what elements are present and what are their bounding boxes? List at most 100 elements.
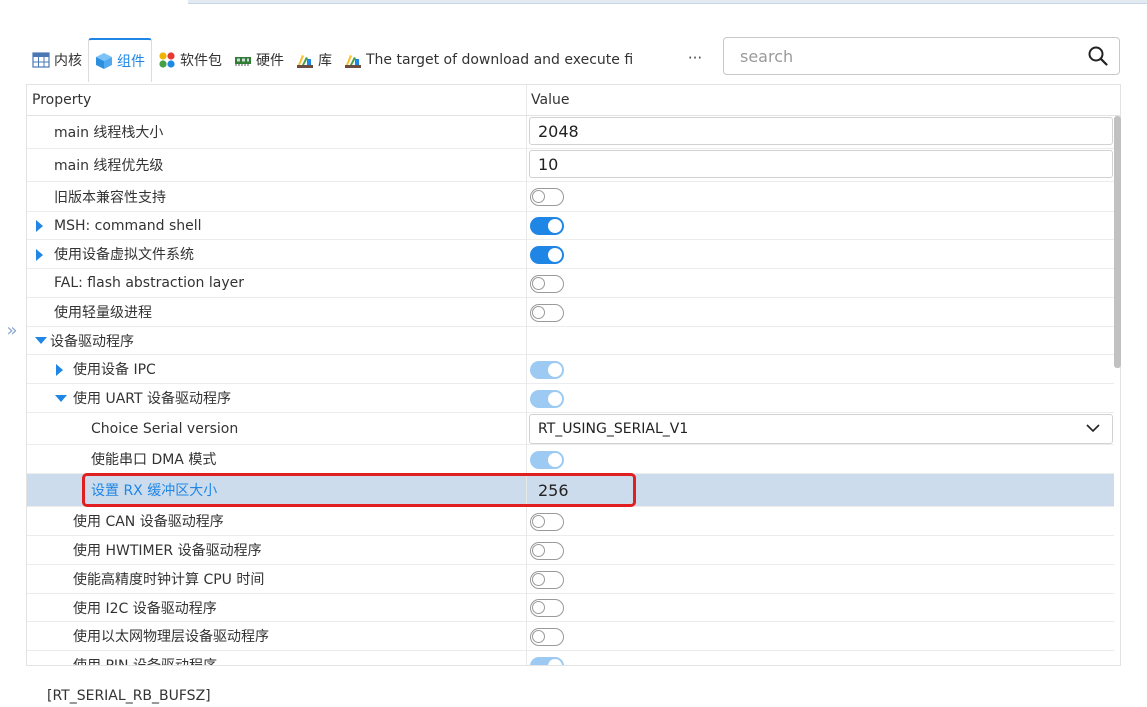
value-text[interactable]: 256 — [538, 481, 569, 500]
property-label: main 线程优先级 — [54, 158, 164, 174]
toggle-switch — [530, 450, 564, 469]
tab-libraries[interactable]: 库 — [290, 39, 338, 81]
toggle-knob — [532, 629, 545, 643]
tab-label: 软件包 — [180, 53, 222, 69]
tab-label: 库 — [318, 53, 332, 69]
table-row[interactable]: 设置 RX 缓冲区大小 256 — [27, 474, 1114, 507]
table-row[interactable]: 使用以太网物理层设备驱动程序 — [27, 622, 1114, 651]
table-row[interactable]: Choice Serial version RT_USING_SERIAL_V1 — [27, 413, 1114, 445]
table-row[interactable]: main 线程栈大小 2048 — [27, 116, 1114, 149]
expand-panel-icon[interactable]: » — [2, 318, 22, 346]
table-row[interactable]: MSH: command shell — [27, 212, 1114, 240]
tab-label: The target of download and execute fi — [366, 52, 634, 68]
collapsed-triangle-icon[interactable] — [36, 220, 43, 232]
toggle-switch[interactable] — [530, 188, 564, 206]
table-row[interactable]: 使用 HWTIMER 设备驱动程序 — [27, 536, 1114, 565]
tab-download-execute[interactable]: The target of download and execute fi — [338, 39, 639, 81]
table-row[interactable]: main 线程优先级 10 — [27, 149, 1114, 182]
tab-packages[interactable]: 软件包 — [152, 39, 228, 81]
property-label: 使用 HWTIMER 设备驱动程序 — [73, 543, 262, 559]
property-cell: 使能高精度时钟计算 CPU 时间 — [27, 565, 527, 593]
property-label: MSH: command shell — [54, 217, 202, 234]
toggle-knob — [532, 601, 545, 614]
property-cell: main 线程优先级 — [27, 149, 527, 181]
collapsed-triangle-icon[interactable] — [56, 363, 63, 376]
value-cell — [527, 355, 1114, 383]
toggle-knob — [548, 247, 562, 262]
toggle-switch[interactable] — [530, 570, 564, 589]
property-label: 使用设备 IPC — [73, 362, 156, 378]
tab-bar: 内核 组件 软件包 硬件 库 The target of download an… — [26, 38, 666, 82]
property-label: 使用轻量级进程 — [54, 305, 152, 321]
top-border-strip — [188, 0, 1147, 4]
toggle-switch — [530, 389, 564, 408]
expanded-triangle-icon[interactable] — [55, 394, 67, 402]
table-row[interactable]: 使用设备 IPC — [27, 355, 1114, 384]
property-cell: 使用 PIN 设备驱动程序 — [27, 651, 527, 665]
property-cell: 使用轻量级进程 — [27, 298, 527, 326]
toggle-switch — [530, 656, 564, 665]
toggle-switch[interactable] — [530, 512, 564, 531]
toggle-switch[interactable] — [530, 541, 564, 560]
value-cell — [527, 594, 1114, 621]
chevron-down-icon — [1086, 424, 1100, 433]
value-cell: 256 — [527, 474, 1114, 506]
value-text-field[interactable]: 2048 — [529, 117, 1113, 145]
value-cell: 2048 — [527, 116, 1114, 148]
search-input[interactable] — [738, 45, 1087, 67]
property-cell: 使用以太网物理层设备驱动程序 — [27, 622, 527, 650]
serial-version-select[interactable]: RT_USING_SERIAL_V1 — [529, 414, 1113, 444]
property-cell: 旧版本兼容性支持 — [27, 182, 527, 211]
table-row[interactable]: 使用 CAN 设备驱动程序 — [27, 507, 1114, 536]
table-row[interactable]: FAL: flash abstraction layer — [27, 269, 1114, 298]
property-cell: 使用 HWTIMER 设备驱动程序 — [27, 536, 527, 564]
toggle-switch[interactable] — [530, 245, 564, 264]
collapsed-triangle-icon[interactable] — [36, 248, 43, 261]
vertical-scrollbar-thumb[interactable] — [1114, 116, 1121, 368]
property-label: 设置 RX 缓冲区大小 — [91, 483, 218, 499]
table-row[interactable]: 使能高精度时钟计算 CPU 时间 — [27, 565, 1114, 594]
value-cell — [527, 384, 1114, 412]
value-cell — [527, 212, 1114, 239]
tab-label: 内核 — [54, 53, 82, 69]
grid-header: Property Value — [27, 85, 1120, 116]
table-row[interactable]: 使能串口 DMA 模式 — [27, 445, 1114, 474]
property-cell: Choice Serial version — [27, 413, 527, 444]
expanded-triangle-icon[interactable] — [35, 337, 47, 344]
value-cell: RT_USING_SERIAL_V1 — [527, 413, 1114, 444]
property-label: FAL: flash abstraction layer — [54, 275, 244, 291]
search-icon[interactable] — [1087, 45, 1109, 67]
toggle-knob — [548, 658, 562, 665]
property-label: 设备驱动程序 — [50, 333, 134, 350]
toggle-switch[interactable] — [530, 217, 564, 235]
tab-components[interactable]: 组件 — [88, 38, 152, 82]
table-row[interactable]: 使用 I2C 设备驱动程序 — [27, 594, 1114, 622]
toggle-knob — [532, 514, 545, 528]
more-tabs-button[interactable]: ··· — [682, 48, 708, 70]
toggle-switch[interactable] — [530, 274, 564, 293]
table-row[interactable]: 使用轻量级进程 — [27, 298, 1114, 327]
property-label: main 线程栈大小 — [54, 125, 164, 141]
value-cell — [527, 445, 1114, 473]
table-grid-icon — [32, 52, 50, 68]
property-cell: FAL: flash abstraction layer — [27, 269, 527, 297]
value-text-field[interactable]: 10 — [529, 150, 1113, 178]
table-row[interactable]: 使用设备虚拟文件系统 — [27, 240, 1114, 269]
tab-hardware[interactable]: 硬件 — [228, 39, 290, 81]
value-cell — [527, 651, 1114, 665]
tab-kernel[interactable]: 内核 — [26, 39, 88, 81]
table-row[interactable]: 使用 PIN 设备驱动程序 — [27, 651, 1114, 665]
toggle-switch[interactable] — [530, 303, 564, 322]
toggle-switch[interactable] — [530, 599, 564, 617]
table-row[interactable]: 使用 UART 设备驱动程序 — [27, 384, 1114, 413]
table-row[interactable]: 设备驱动程序 — [27, 327, 1114, 355]
search-box — [723, 37, 1120, 75]
cube-icon — [96, 53, 112, 69]
table-row[interactable]: 旧版本兼容性支持 — [27, 182, 1114, 212]
toggle-knob — [532, 190, 545, 203]
property-label: 使用以太网物理层设备驱动程序 — [73, 629, 269, 645]
property-label: Choice Serial version — [91, 420, 239, 437]
property-grid: Property Value main 线程栈大小 2048 main 线程优先级 1… — [26, 84, 1121, 666]
property-column-header: Property — [27, 85, 527, 115]
toggle-switch[interactable] — [530, 627, 564, 646]
